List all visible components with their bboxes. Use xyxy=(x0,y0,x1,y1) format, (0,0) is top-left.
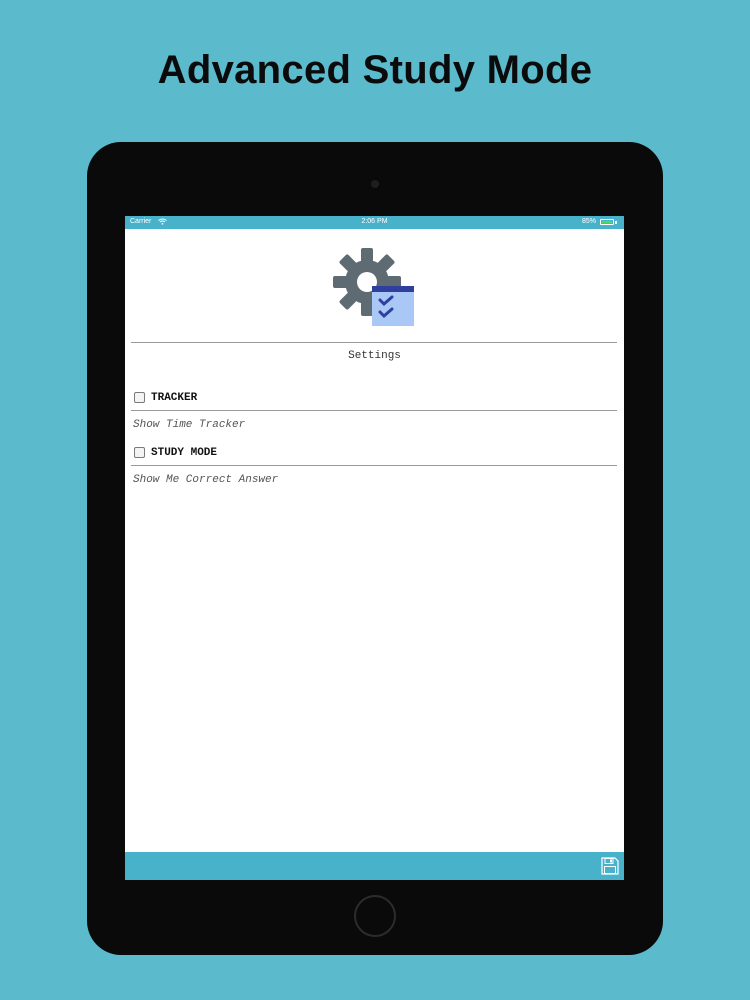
settings-title: Settings xyxy=(348,350,401,362)
bottom-toolbar xyxy=(125,852,624,880)
tracker-description: Show Time Tracker xyxy=(133,419,246,431)
battery-icon xyxy=(600,219,614,225)
status-bar: Carrier 2:06 PM 85% xyxy=(125,216,624,229)
tablet-frame: Carrier 2:06 PM 85% Settings TRACKER Sho… xyxy=(87,142,663,955)
promo-headline: Advanced Study Mode xyxy=(157,48,593,92)
study-mode-label: STUDY MODE xyxy=(151,447,218,459)
gear-calendar-icon xyxy=(333,248,414,326)
camera-dot xyxy=(371,180,379,188)
status-time: 2:06 PM xyxy=(361,218,388,225)
study-mode-description: Show Me Correct Answer xyxy=(133,474,279,486)
home-button[interactable] xyxy=(354,895,396,937)
floppy-disk-icon[interactable] xyxy=(600,856,620,876)
tracker-divider xyxy=(131,410,617,411)
tracker-label: TRACKER xyxy=(151,392,198,404)
app-screen: Carrier 2:06 PM 85% Settings TRACKER Sho… xyxy=(125,216,624,880)
study-mode-checkbox[interactable] xyxy=(134,447,145,458)
header-divider xyxy=(131,342,617,343)
tracker-checkbox[interactable] xyxy=(134,392,145,403)
battery-tip xyxy=(615,221,617,224)
study-mode-divider xyxy=(131,465,617,466)
status-battery-percent: 85% xyxy=(581,218,596,225)
